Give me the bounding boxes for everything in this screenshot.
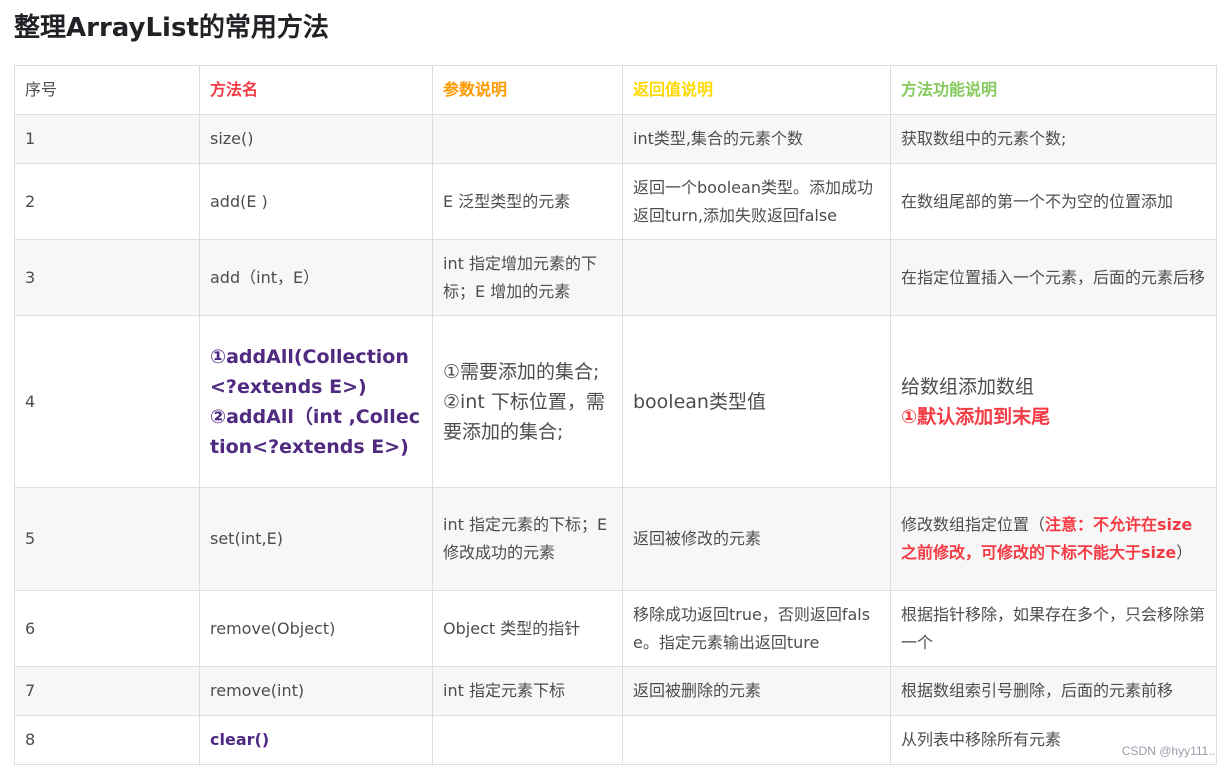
cell-param: int 指定增加元素的下标；E 增加的元素 [432, 239, 623, 316]
cell-function: 获取数组中的元素个数; [890, 114, 1217, 164]
cell-function: 在指定位置插入一个元素，后面的元素后移 [890, 239, 1217, 316]
cell-return: 返回被删除的元素 [622, 666, 891, 716]
method-addall-collection: ①addAll(Collection<?extends E>) [210, 345, 409, 398]
cell-param: int 指定元素下标 [432, 666, 623, 716]
table-row: 1 size() int类型,集合的元素个数 获取数组中的元素个数; [14, 114, 1217, 164]
cell-param: E 泛型类型的元素 [432, 163, 623, 240]
cell-function: 根据指针移除，如果存在多个，只会移除第一个 [890, 590, 1217, 667]
cell-index: 7 [14, 666, 200, 716]
cell-index: 5 [14, 487, 200, 591]
cell-method: size() [199, 114, 433, 164]
function-text-post: ） [1176, 543, 1193, 562]
cell-method: clear() [199, 715, 433, 765]
table-row: 8 clear() 从列表中移除所有元素 [14, 715, 1217, 765]
table-row: 6 remove(Object) Object 类型的指针 移除成功返回true… [14, 590, 1217, 667]
cell-return [622, 715, 891, 765]
header-method-name: 方法名 [199, 65, 433, 115]
watermark: CSDN @hyy111.. [1121, 744, 1215, 758]
cell-function: 给数组添加数组 ①默认添加到末尾 [890, 315, 1217, 488]
function-text: 给数组添加数组 [901, 375, 1035, 398]
cell-function: 修改数组指定位置（注意：不允许在size之前修改，可修改的下标不能大于size） [890, 487, 1217, 591]
function-note: ①默认添加到末尾 [901, 405, 1051, 428]
cell-return: 返回被修改的元素 [622, 487, 891, 591]
cell-function: 根据数组索引号删除，后面的元素前移 [890, 666, 1217, 716]
cell-index: 2 [14, 163, 200, 240]
table-row: 4 ①addAll(Collection<?extends E>) ②addAl… [14, 315, 1217, 488]
cell-param [432, 114, 623, 164]
cell-return: int类型,集合的元素个数 [622, 114, 891, 164]
cell-param: ①需要添加的集合;②int 下标位置，需要添加的集合; [432, 315, 623, 488]
cell-method: set(int,E) [199, 487, 433, 591]
header-function-desc: 方法功能说明 [890, 65, 1217, 115]
cell-method: ①addAll(Collection<?extends E>) ②addAll（… [199, 315, 433, 488]
cell-return: boolean类型值 [622, 315, 891, 488]
cell-index: 1 [14, 114, 200, 164]
function-text-pre: 修改数组指定位置（ [901, 515, 1046, 534]
cell-return: 移除成功返回true，否则返回false。指定元素输出返回ture [622, 590, 891, 667]
cell-param: Object 类型的指针 [432, 590, 623, 667]
cell-method: remove(int) [199, 666, 433, 716]
header-param-desc: 参数说明 [432, 65, 623, 115]
table-row: 5 set(int,E) int 指定元素的下标；E 修改成功的元素 返回被修改… [14, 487, 1217, 591]
methods-table: 序号 方法名 参数说明 返回值说明 方法功能说明 1 size() int类型,… [14, 65, 1217, 765]
cell-index: 4 [14, 315, 200, 488]
cell-return: 返回一个boolean类型。添加成功返回turn,添加失败返回false [622, 163, 891, 240]
header-index: 序号 [14, 65, 200, 115]
table-row: 2 add(E ) E 泛型类型的元素 返回一个boolean类型。添加成功返回… [14, 163, 1217, 240]
cell-index: 8 [14, 715, 200, 765]
table-header-row: 序号 方法名 参数说明 返回值说明 方法功能说明 [14, 65, 1217, 115]
cell-method: remove(Object) [199, 590, 433, 667]
cell-method: add(E ) [199, 163, 433, 240]
cell-param: int 指定元素的下标；E 修改成功的元素 [432, 487, 623, 591]
table-row: 7 remove(int) int 指定元素下标 返回被删除的元素 根据数组索引… [14, 666, 1217, 716]
header-return-desc: 返回值说明 [622, 65, 891, 115]
cell-index: 6 [14, 590, 200, 667]
cell-index: 3 [14, 239, 200, 316]
cell-method: add（int，E） [199, 239, 433, 316]
cell-param [432, 715, 623, 765]
cell-return [622, 239, 891, 316]
table-row: 3 add（int，E） int 指定增加元素的下标；E 增加的元素 在指定位置… [14, 239, 1217, 316]
cell-function: 在数组尾部的第一个不为空的位置添加 [890, 163, 1217, 240]
method-addall-index-collection: ②addAll（int ,Collection<?extends E>) [210, 405, 420, 458]
page-title: 整理ArrayList的常用方法 [14, 13, 329, 43]
